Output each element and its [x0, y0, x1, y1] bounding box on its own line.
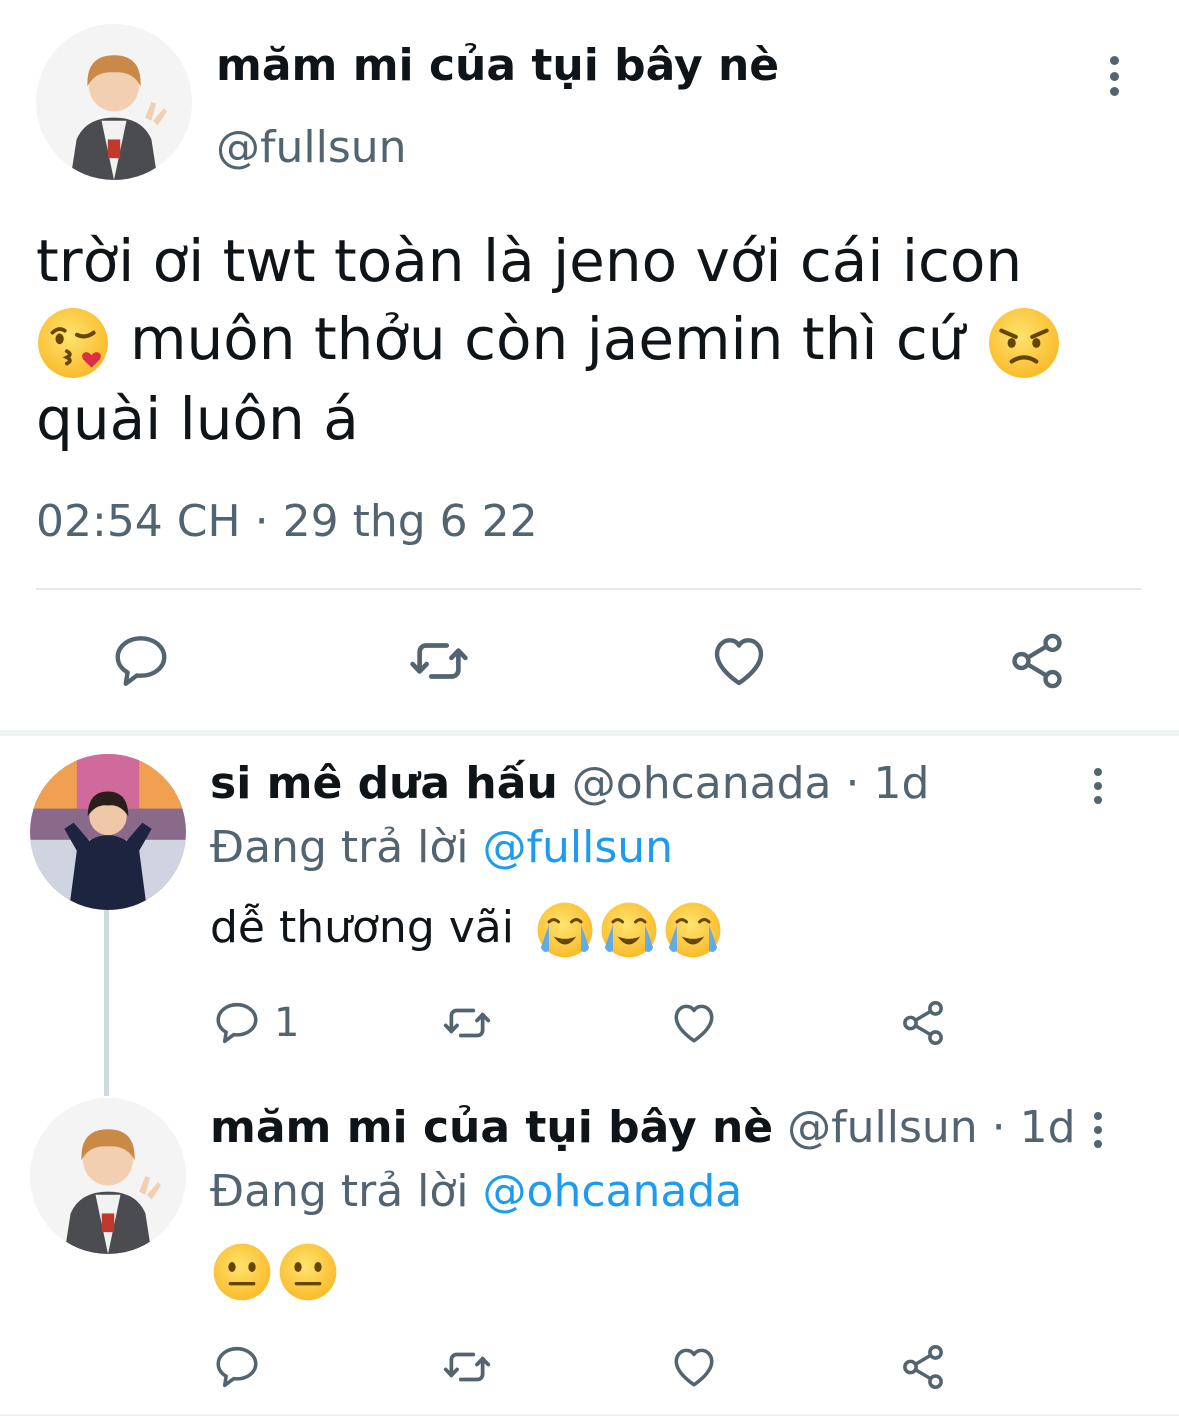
- retweet-icon: [440, 1342, 494, 1392]
- timestamp-separator: ·: [254, 496, 269, 547]
- retweet-icon: [406, 630, 472, 692]
- reply-button[interactable]: [212, 1342, 262, 1392]
- tweet-text: trời ơi twt toàn là jeno với cái icon mu…: [36, 222, 1156, 458]
- kissing-face-emoji-icon: [36, 306, 110, 380]
- replying-to: Đang trả lời @fullsun: [210, 822, 673, 873]
- divider: [36, 588, 1142, 590]
- retweet-button[interactable]: [440, 998, 494, 1048]
- reply-text: dễ thương vãi: [210, 896, 722, 960]
- reply-header: măm mi của tụi bây nè @fullsun · 1d: [210, 1102, 1076, 1153]
- tweet-time: 02:54 CH: [36, 496, 241, 547]
- more-options-icon[interactable]: [1090, 768, 1106, 804]
- share-button[interactable]: [898, 998, 948, 1048]
- reply-icon: [212, 998, 262, 1048]
- heart-icon: [706, 630, 772, 692]
- like-button[interactable]: [706, 630, 772, 692]
- retweet-button[interactable]: [440, 1342, 494, 1392]
- loudly-crying-face-emoji-icon: [600, 901, 658, 959]
- header-separator: ·: [991, 1102, 1006, 1153]
- reply-display-name[interactable]: măm mi của tụi bây nè: [210, 1102, 773, 1153]
- tweet-timestamp[interactable]: 02:54 CH · 29 thg 6 22: [36, 496, 538, 547]
- retweet-icon: [440, 998, 494, 1048]
- share-icon: [898, 998, 948, 1048]
- tweet-text-line: muôn thởu còn jaemin thì cứ: [130, 305, 965, 373]
- author-handle[interactable]: @fullsun: [216, 122, 407, 173]
- retweet-button[interactable]: [406, 630, 472, 692]
- replying-to-link[interactable]: @ohcanada: [483, 1166, 743, 1217]
- author-avatar[interactable]: [36, 24, 192, 180]
- thread-line: [104, 910, 109, 1096]
- author-display-name[interactable]: măm mi của tụi bây nè: [216, 40, 779, 91]
- reply-avatar[interactable]: [30, 1098, 186, 1254]
- like-button[interactable]: [668, 998, 720, 1048]
- reply-display-name[interactable]: si mê dưa hấu: [210, 758, 558, 809]
- share-icon: [1004, 630, 1070, 692]
- replying-to-link[interactable]: @fullsun: [483, 822, 674, 873]
- reply-handle[interactable]: @fullsun: [787, 1102, 978, 1153]
- reply-handle[interactable]: @ohcanada: [572, 758, 832, 809]
- more-options-icon[interactable]: [1106, 56, 1122, 96]
- replying-to: Đang trả lời @ohcanada: [210, 1166, 742, 1217]
- share-button[interactable]: [1004, 630, 1070, 692]
- share-icon: [898, 1342, 948, 1392]
- bottom-divider: [0, 1414, 1179, 1416]
- reply-avatar[interactable]: [30, 754, 186, 910]
- reply-icon: [110, 630, 172, 692]
- neutral-face-emoji-icon: [212, 1242, 272, 1302]
- reply-button[interactable]: [110, 630, 172, 692]
- tweet-date: 29 thg 6 22: [282, 496, 538, 547]
- header-separator: ·: [845, 758, 860, 809]
- like-button[interactable]: [668, 1342, 720, 1392]
- reply-text-content: dễ thương vãi: [210, 902, 514, 953]
- more-options-icon[interactable]: [1090, 1112, 1106, 1148]
- replying-to-prefix: Đang trả lời: [210, 822, 469, 873]
- reply-button[interactable]: 1: [212, 998, 299, 1048]
- tweet-text-line: quài luôn á: [36, 384, 359, 453]
- reply-header: si mê dưa hấu @ohcanada · 1d: [210, 758, 929, 809]
- share-button[interactable]: [898, 1342, 948, 1392]
- angry-face-emoji-icon: [987, 306, 1061, 380]
- neutral-face-emoji-icon: [278, 1242, 338, 1302]
- tweet-text-line: trời ơi twt toàn là jeno với cái icon: [36, 227, 1023, 295]
- replying-to-prefix: Đang trả lời: [210, 1166, 469, 1217]
- section-divider: [0, 730, 1179, 736]
- reply-time[interactable]: 1d: [873, 758, 929, 809]
- reply-time[interactable]: 1d: [1020, 1102, 1076, 1153]
- reply-icon: [212, 1342, 262, 1392]
- heart-icon: [668, 1342, 720, 1392]
- reply-text: [212, 1242, 338, 1302]
- loudly-crying-face-emoji-icon: [536, 901, 594, 959]
- reply-count: 1: [274, 1000, 300, 1046]
- loudly-crying-face-emoji-icon: [664, 901, 722, 959]
- heart-icon: [668, 998, 720, 1048]
